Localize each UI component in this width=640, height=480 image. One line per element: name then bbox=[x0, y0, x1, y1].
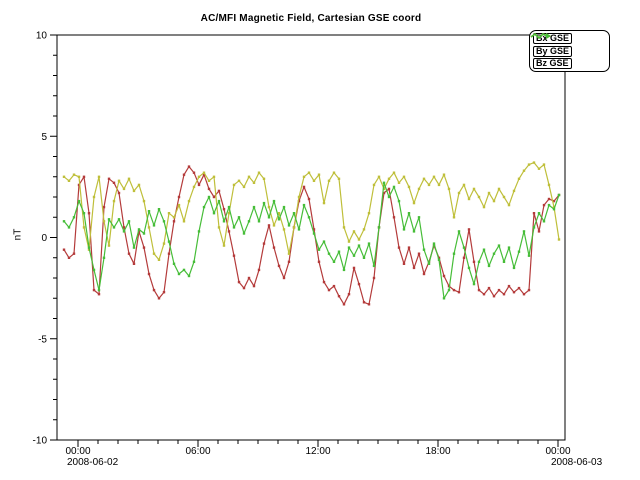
x-tick-label: 12:00 bbox=[305, 446, 330, 457]
series-line-bz-gse bbox=[64, 183, 559, 298]
plot-border bbox=[57, 35, 565, 440]
y-tick-label: -5 bbox=[38, 334, 47, 345]
bz-line-marker-icon bbox=[530, 31, 552, 41]
chart-canvas: 00:0006:0012:0018:0000:002008-06-022008-… bbox=[0, 0, 640, 480]
x-tick-label: 00:00 bbox=[545, 446, 570, 457]
x-tick-label: 18:00 bbox=[425, 446, 450, 457]
series-line-bx-gse bbox=[64, 167, 559, 305]
x-tick-label: 06:00 bbox=[185, 446, 210, 457]
legend-entry-by: By GSE bbox=[530, 45, 609, 57]
plot-window: AC/MFI Magnetic Field, Cartesian GSE coo… bbox=[0, 0, 640, 480]
x-tick-label: 00:00 bbox=[65, 446, 90, 457]
y-tick-label: 0 bbox=[41, 233, 47, 244]
legend-label-by: By GSE bbox=[533, 46, 572, 57]
date-label-start: 2008-06-02 bbox=[67, 457, 119, 468]
legend-entry-bz: Bz GSE bbox=[530, 58, 609, 70]
y-tick-label: 10 bbox=[36, 31, 48, 42]
legend: Bx GSE By GSE Bz GSE bbox=[529, 30, 610, 72]
legend-label-bz: Bz GSE bbox=[533, 58, 572, 69]
date-label-end: 2008-06-03 bbox=[551, 457, 603, 468]
y-tick-label: -10 bbox=[33, 436, 48, 447]
y-tick-label: 5 bbox=[41, 132, 47, 143]
